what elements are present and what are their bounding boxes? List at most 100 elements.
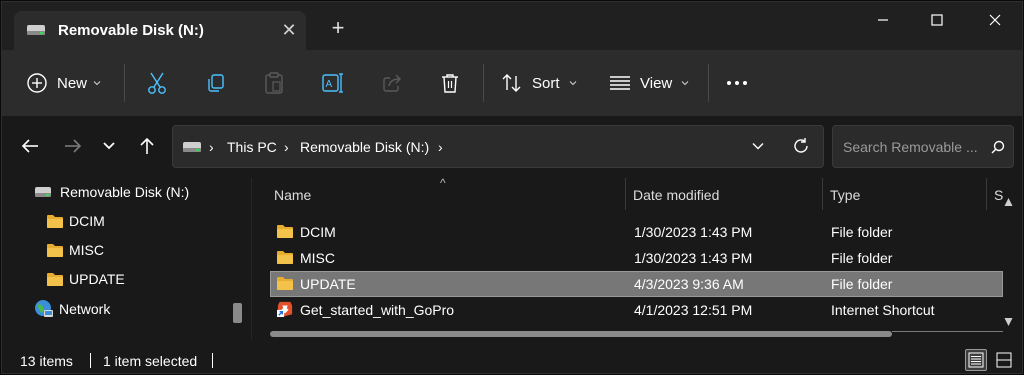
column-divider[interactable] [986, 178, 987, 210]
nav-item-misc[interactable]: MISC [46, 238, 104, 262]
nav-item-label: DCIM [69, 213, 105, 229]
minimize-button[interactable] [860, 2, 906, 38]
tab-title: Removable Disk (N:) [58, 22, 204, 39]
scissors-icon [148, 72, 166, 94]
chevron-down-icon [93, 81, 101, 86]
file-date-modified: 4/3/2023 9:36 AM [634, 276, 744, 292]
paste-icon [265, 72, 283, 94]
toolbar-divider [708, 64, 709, 102]
arrow-right-icon [65, 139, 82, 153]
address-bar[interactable]: › This PC › Removable Disk (N:) › [172, 125, 824, 168]
sort-button-label: Sort [532, 74, 560, 92]
refresh-icon [794, 138, 808, 153]
folder-icon [277, 225, 293, 238]
back-button[interactable] [16, 132, 44, 160]
details-view-icon [968, 352, 984, 368]
rename-button[interactable]: A [321, 68, 345, 98]
address-dropdown-button[interactable] [751, 139, 765, 156]
view-button[interactable]: View [609, 68, 689, 98]
tab-removable-disk[interactable]: Removable Disk (N:) ✕ [14, 11, 306, 50]
plus-circle-icon [27, 73, 47, 93]
folder-icon [277, 251, 293, 264]
cut-button[interactable] [146, 68, 168, 98]
sort-ascending-indicator: ^ [440, 176, 446, 190]
file-name: Get_started_with_GoPro [300, 302, 455, 318]
vertical-scrollbar[interactable] [1003, 186, 1014, 331]
chevron-down-icon [103, 142, 115, 150]
file-row[interactable]: DCIM 1/30/2023 1:43 PM File folder [270, 219, 1003, 245]
view-button-label: View [640, 74, 673, 92]
forward-button[interactable] [59, 132, 87, 160]
refresh-button[interactable] [792, 137, 810, 158]
drive-icon [27, 25, 45, 35]
drive-icon [183, 142, 201, 152]
selection-count: 1 item selected [103, 353, 198, 369]
column-header-type[interactable]: Type [830, 187, 860, 203]
nav-item-removable-disk[interactable]: Removable Disk (N:) [34, 180, 189, 204]
nav-item-network[interactable]: Network [34, 297, 110, 321]
large-icons-view-button[interactable] [993, 349, 1015, 371]
file-row[interactable]: MISC 1/30/2023 1:43 PM File folder [270, 245, 1003, 271]
breadcrumb-this-pc[interactable]: This PC [227, 139, 277, 155]
internet-shortcut-icon [277, 301, 293, 317]
close-tab-icon[interactable]: ✕ [277, 18, 301, 42]
maximize-button[interactable] [914, 2, 960, 38]
recent-locations-button[interactable] [95, 132, 123, 160]
breadcrumb-removable-disk[interactable]: Removable Disk (N:) [300, 139, 429, 155]
scroll-down-icon[interactable] [1004, 318, 1013, 326]
column-header-date-modified[interactable]: Date modified [633, 187, 719, 203]
breadcrumb-separator: › [209, 139, 214, 155]
navigation-pane-scrollbar[interactable] [233, 303, 242, 323]
network-icon [35, 300, 53, 317]
toolbar-divider [483, 64, 484, 102]
file-type: File folder [831, 276, 893, 292]
svg-text:A: A [326, 79, 333, 90]
nav-item-label: Network [59, 301, 111, 317]
sort-button[interactable]: Sort [501, 68, 577, 98]
toolbar-divider [124, 64, 125, 102]
nav-item-dcim[interactable]: DCIM [46, 209, 105, 233]
chevron-down-icon [569, 81, 576, 86]
nav-item-label: Removable Disk (N:) [60, 184, 190, 200]
paste-button[interactable] [263, 68, 285, 98]
see-more-button[interactable] [726, 68, 748, 98]
file-name: DCIM [300, 224, 336, 240]
file-list: ^ Name Date modified Type S DCIM 1/30/20… [252, 176, 1022, 340]
new-tab-button[interactable]: + [326, 15, 350, 40]
horizontal-scrollbar-track [892, 331, 1003, 332]
new-button[interactable]: New [26, 68, 101, 98]
new-button-label: New [57, 74, 88, 92]
horizontal-scrollbar-thumb[interactable] [270, 331, 892, 337]
copy-icon [208, 74, 224, 92]
trash-icon [442, 74, 458, 93]
file-explorer-window: Removable Disk (N:) ✕ + New A Sort View … [1, 1, 1023, 374]
close-window-button[interactable] [972, 2, 1018, 38]
file-type: Internet Shortcut [831, 302, 935, 318]
column-header-size[interactable]: S [994, 187, 1003, 203]
share-button[interactable] [381, 68, 403, 98]
chevron-down-icon [681, 81, 689, 86]
item-count: 13 items [20, 353, 73, 369]
column-divider[interactable] [625, 178, 626, 210]
column-header-name[interactable]: Name [274, 187, 311, 203]
title-bar: Removable Disk (N:) ✕ + [2, 2, 1022, 50]
sort-icon [502, 74, 521, 92]
command-bar: New A Sort View [2, 50, 1022, 117]
horizontal-scrollbar[interactable] [270, 331, 1003, 337]
arrow-left-icon [21, 139, 38, 153]
column-divider[interactable] [822, 178, 823, 210]
file-row[interactable]: Get_started_with_GoPro 4/1/2023 12:51 PM… [270, 297, 1003, 323]
scroll-up-icon[interactable] [1004, 198, 1013, 206]
delete-button[interactable] [440, 68, 460, 98]
search-input[interactable]: Search Removable ... [843, 139, 991, 155]
maximize-icon [931, 14, 943, 26]
drive-icon [35, 187, 51, 197]
file-row-selected[interactable]: UPDATE 4/3/2023 9:36 AM File folder [270, 271, 1003, 297]
nav-item-update[interactable]: UPDATE [46, 267, 125, 291]
breadcrumb-separator: › [284, 139, 289, 155]
details-view-button[interactable] [965, 349, 987, 371]
rename-icon: A [322, 73, 343, 93]
search-box[interactable]: Search Removable ... [832, 125, 1014, 168]
up-button[interactable] [133, 132, 161, 160]
copy-button[interactable] [205, 68, 227, 98]
